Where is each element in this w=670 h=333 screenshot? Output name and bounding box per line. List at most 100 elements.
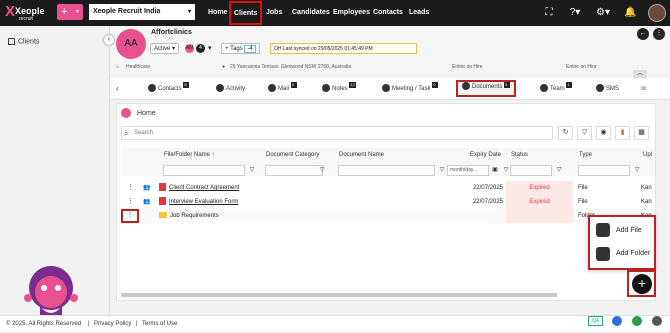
calendar-icon[interactable]: ▣ bbox=[490, 165, 500, 176]
user-avatar[interactable] bbox=[648, 4, 666, 22]
grid-view-icon[interactable]: ▦ bbox=[634, 126, 649, 140]
file-name-link[interactable]: Client Contract Agreement bbox=[169, 185, 239, 191]
top-navigation-bar: X Xeople recruit + ▾ Xeople Recruit India… bbox=[0, 0, 670, 26]
tab-contacts[interactable]: Contacts 6 bbox=[148, 82, 190, 96]
user-icon[interactable] bbox=[652, 316, 662, 326]
file-name[interactable]: Client Contract Agreement bbox=[159, 181, 239, 195]
column-header-status[interactable]: Status bbox=[508, 148, 528, 162]
logo-x-icon: X bbox=[5, 3, 16, 20]
filter-icon[interactable]: ▽ bbox=[577, 126, 592, 140]
status-filter-input[interactable] bbox=[510, 165, 552, 176]
table-row[interactable]: ⋮ 👥 Client Contract Agreement 22/07/2025… bbox=[121, 181, 655, 195]
column-header-uploaded[interactable]: Upl bbox=[640, 148, 652, 162]
expiry-date: 22/07/2025 bbox=[472, 185, 503, 191]
tab-sms[interactable]: SMS bbox=[596, 82, 619, 96]
nav-clients[interactable]: Clients bbox=[229, 1, 263, 25]
tab-activity[interactable]: Activity bbox=[216, 82, 245, 96]
sidebar-item-clients[interactable]: Clients bbox=[8, 38, 39, 45]
expiry-date-filter-input[interactable]: month/day... bbox=[447, 165, 489, 176]
tab-mail[interactable]: Mail 0 bbox=[268, 82, 297, 96]
organization-selector[interactable]: Xeople Recruit India ▾ bbox=[89, 4, 195, 20]
table-row[interactable]: ⋮ Job Requirements Folder Kan bbox=[121, 209, 655, 223]
privacy-policy-link[interactable]: Privacy Policy bbox=[94, 316, 131, 332]
row-actions-icon[interactable]: ⋮ bbox=[127, 181, 134, 195]
fullscreen-icon[interactable]: ⛶ bbox=[543, 7, 555, 19]
horizontal-scrollbar[interactable] bbox=[121, 293, 557, 297]
filter-icon[interactable]: ▽ bbox=[247, 165, 257, 176]
quick-add-button[interactable]: + ▾ bbox=[57, 4, 83, 20]
column-header-expiry[interactable]: Expiry Date bbox=[467, 148, 501, 162]
table-row[interactable]: ⋮ 👥 Interview Evaluation Form 22/07/2025… bbox=[121, 195, 655, 209]
more-options-icon[interactable]: ⋮ bbox=[653, 28, 665, 40]
bell-icon[interactable]: 🔔 bbox=[624, 7, 636, 19]
back-arrow-icon[interactable]: ← bbox=[637, 28, 649, 40]
shield-icon[interactable] bbox=[632, 316, 642, 326]
tab-meeting-task[interactable]: Meeting / Task 0 bbox=[382, 82, 439, 96]
phone-icon[interactable]: ☏ bbox=[640, 82, 648, 96]
nav-jobs[interactable]: Jobs bbox=[266, 0, 282, 26]
help-icon[interactable]: ?▾ bbox=[565, 7, 585, 19]
category-filter-input[interactable] bbox=[265, 165, 323, 176]
search-input[interactable]: ⌕ Search bbox=[121, 126, 553, 140]
qa-badge: QA bbox=[588, 316, 604, 326]
status-badge bbox=[506, 209, 573, 223]
collapse-header-button[interactable]: ︿ bbox=[633, 70, 647, 78]
add-tags-button[interactable]: + Tags -4 bbox=[221, 43, 260, 54]
tab-documents[interactable]: Documents 3 bbox=[456, 80, 517, 97]
nav-contacts[interactable]: Contacts bbox=[373, 0, 403, 26]
add-button[interactable]: + bbox=[627, 270, 656, 297]
column-header-category[interactable]: Document Category bbox=[263, 148, 319, 162]
xeople-logo[interactable]: X Xeople recruit bbox=[5, 3, 53, 23]
contacts-icon bbox=[148, 84, 156, 93]
tab-label: Meeting / Task bbox=[392, 86, 431, 92]
add-folder-option[interactable]: Add Folder bbox=[616, 250, 650, 257]
info-icon[interactable] bbox=[612, 316, 622, 326]
client-tabs: ‹ Contacts 6 Activity Mail 0 Notes 12 Me… bbox=[110, 78, 670, 100]
nav-home[interactable]: Home bbox=[208, 0, 227, 26]
folder-name[interactable]: Job Requirements bbox=[159, 209, 219, 223]
tab-team[interactable]: Team 1 bbox=[540, 82, 573, 96]
tab-badge: 1 bbox=[566, 82, 573, 88]
refresh-icon[interactable]: ↻ bbox=[558, 126, 573, 140]
file-name[interactable]: Interview Evaluation Form bbox=[159, 195, 238, 209]
collapse-sidebar-button[interactable]: ‹ bbox=[103, 34, 115, 46]
tab-label: Documents bbox=[472, 84, 503, 90]
breadcrumb-home[interactable]: Home bbox=[137, 110, 156, 117]
column-header-document-name[interactable]: Document Name bbox=[336, 148, 384, 162]
client-address: 29 Yancannia Terrace, Glenwood NSW 2768,… bbox=[230, 64, 351, 70]
filter-icon[interactable]: ▽ bbox=[632, 165, 642, 176]
gear-icon[interactable]: ⚙▾ bbox=[593, 7, 613, 19]
file-type: File bbox=[578, 185, 588, 191]
documents-table: File/Folder Name ↑ Document Category Doc… bbox=[121, 148, 655, 240]
client-avatar: AA bbox=[116, 29, 146, 59]
industry-icon: ⌂ bbox=[116, 64, 120, 70]
home-icon[interactable] bbox=[121, 108, 131, 118]
tabs-scroll-left-icon[interactable]: ‹ bbox=[116, 82, 119, 96]
eye-icon[interactable]: ◉ bbox=[596, 126, 611, 140]
row-actions-icon[interactable]: ⋮ bbox=[121, 209, 139, 223]
owner-count-badge[interactable]: 4 bbox=[196, 44, 205, 53]
file-name-link[interactable]: Interview Evaluation Form bbox=[169, 199, 238, 205]
filter-icon[interactable]: ▽ bbox=[437, 165, 447, 176]
client-name: Affortclinics bbox=[151, 29, 192, 36]
tab-notes[interactable]: Notes 12 bbox=[322, 82, 356, 96]
filter-icon[interactable]: ▽ bbox=[554, 165, 564, 176]
chevron-down-icon[interactable]: ▾ bbox=[208, 44, 212, 52]
add-file-option[interactable]: Add File bbox=[616, 227, 642, 234]
tab-label: Activity bbox=[226, 86, 246, 92]
name-filter-input[interactable] bbox=[163, 165, 245, 176]
column-header-type[interactable]: Type bbox=[576, 148, 592, 162]
nav-employees[interactable]: Employees bbox=[333, 0, 370, 26]
row-actions-icon[interactable]: ⋮ bbox=[127, 195, 134, 209]
status-dropdown[interactable]: Active ▾ bbox=[150, 43, 180, 54]
column-header-name[interactable]: File/Folder Name ↑ bbox=[161, 148, 215, 162]
terms-of-use-link[interactable]: Terms of Use bbox=[142, 316, 177, 332]
nav-leads[interactable]: Leads bbox=[409, 0, 429, 26]
filter-row: ▽ ▽ ▽ month/day... ▣ ▽ ▽ ▽ bbox=[121, 163, 655, 177]
type-filter-input[interactable] bbox=[578, 165, 630, 176]
delete-icon[interactable]: ▮ bbox=[615, 126, 630, 140]
nav-candidates[interactable]: Candidates bbox=[292, 0, 330, 26]
document-name-filter-input[interactable] bbox=[338, 165, 435, 176]
filter-icon[interactable]: ▽ bbox=[317, 165, 327, 176]
owner-avatar[interactable]: AM bbox=[185, 44, 194, 53]
